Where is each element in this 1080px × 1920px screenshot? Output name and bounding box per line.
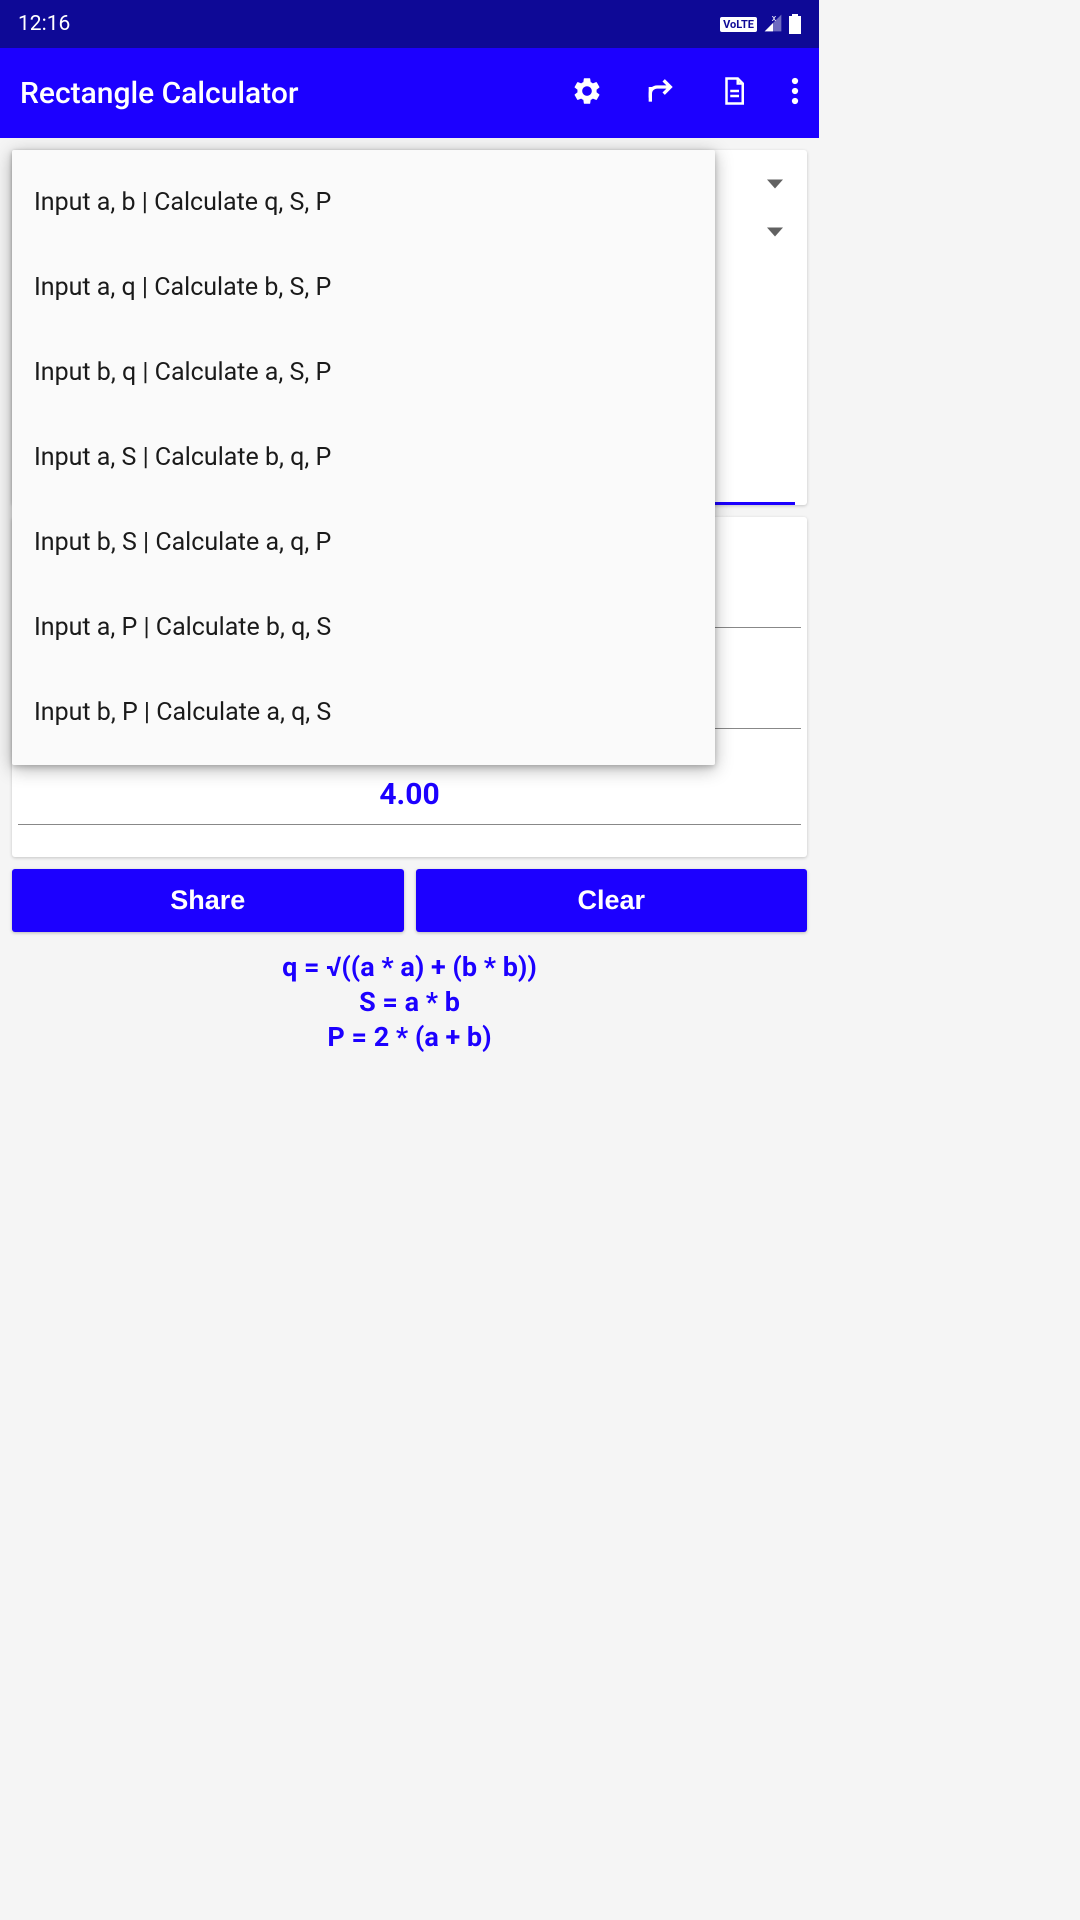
dropdown-option[interactable]: Input a, q | Calculate b, S, P [12,245,715,330]
mode-dropdown[interactable]: Input a, b | Calculate q, S, P Input a, … [12,150,715,765]
formula-display: q = √((a * a) + (b * b)) S = a * b P = 2… [12,950,807,1055]
document-button[interactable] [719,75,749,111]
dropdown-option[interactable]: Input a, S | Calculate b, q, P [12,415,715,500]
status-time: 12:16 [18,12,720,36]
perimeter-value: 4.00 [22,765,797,824]
battery-icon [789,14,801,34]
dropdown-option[interactable]: Input b, q | Calculate a, S, P [12,330,715,415]
output-divider [18,824,801,825]
more-button[interactable] [791,76,799,110]
volte-badge: VoLTE [720,17,757,32]
formula-p: P = 2 * (a + b) [12,1020,807,1055]
gear-icon [571,75,603,107]
more-vert-icon [791,76,799,106]
dropdown-option[interactable]: Input a, P | Calculate b, q, S [12,585,715,670]
app-actions [571,75,799,111]
dropdown-option[interactable]: Input a, b | Calculate q, S, P [12,160,715,245]
signal-group: x [763,15,783,33]
app-bar: Rectangle Calculator [0,48,819,138]
share-icon [645,75,677,107]
action-buttons: Share Clear [12,869,807,932]
status-icons: VoLTE x [720,14,801,34]
clear-button[interactable]: Clear [416,869,808,932]
status-bar: 12:16 VoLTE x [0,0,819,48]
document-icon [719,75,749,107]
settings-button[interactable] [571,75,603,111]
dropdown-option[interactable]: Input b, S | Calculate a, q, P [12,500,715,585]
formula-s: S = a * b [12,985,807,1020]
signal-icon [763,13,783,33]
dropdown-option[interactable]: Input b, P | Calculate a, q, S [12,670,715,755]
formula-q: q = √((a * a) + (b * b)) [12,950,807,985]
app-title: Rectangle Calculator [20,76,571,111]
share-action-button[interactable] [645,75,677,111]
share-button[interactable]: Share [12,869,404,932]
